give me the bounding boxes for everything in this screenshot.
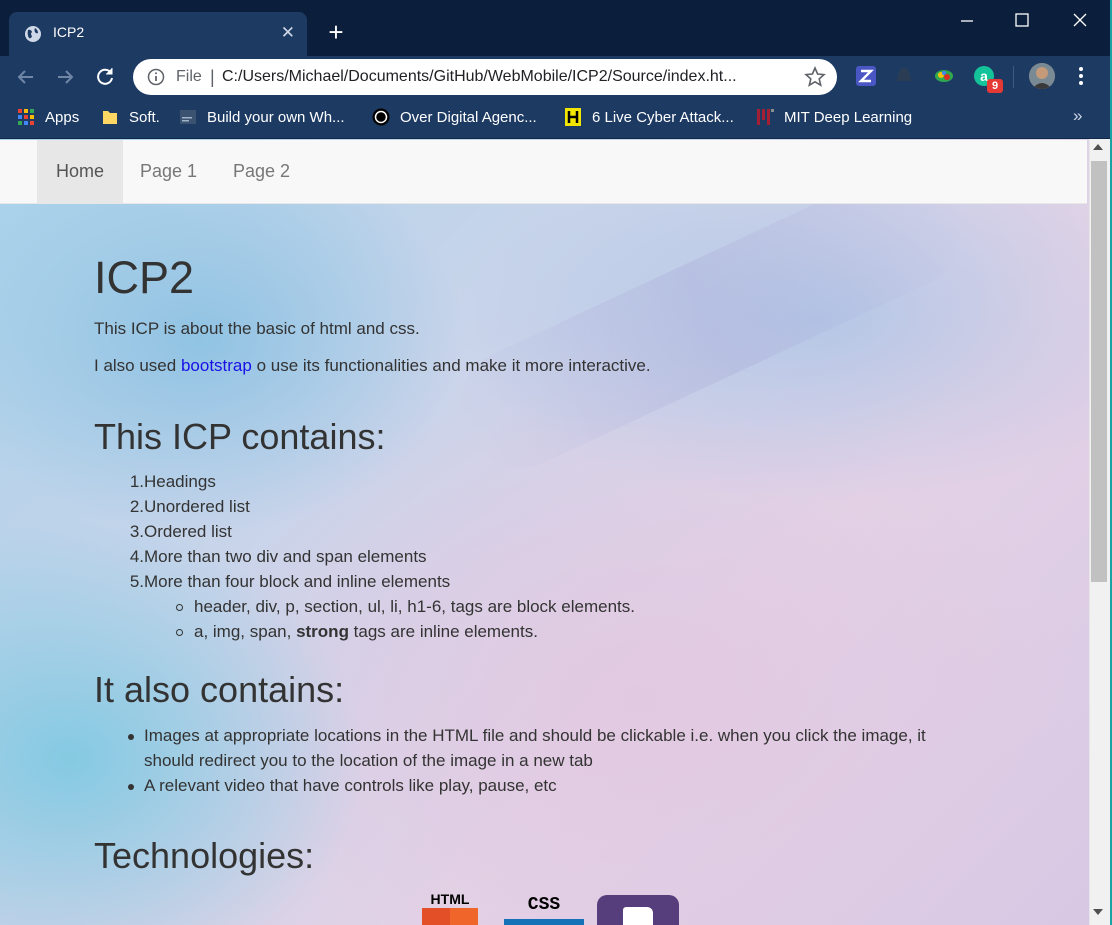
- profile-avatar[interactable]: [1029, 63, 1055, 89]
- bookmark-build-your-own[interactable]: Build your own Wh...: [179, 107, 345, 127]
- circle-logo-icon: [372, 108, 390, 126]
- extension-badge: 9: [987, 79, 1003, 93]
- bookmark-label: Build your own Wh...: [207, 108, 345, 126]
- browser-toolbar: File | C:/Users/Michael/Documents/GitHub…: [0, 56, 1112, 98]
- toolbar-divider: [1013, 66, 1014, 88]
- bookmark-label: Over Digital Agenc...: [400, 108, 537, 126]
- address-bar[interactable]: File | C:/Users/Michael/Documents/GitHub…: [133, 59, 837, 95]
- bootstrap-paragraph: I also used bootstrap o use its function…: [94, 356, 651, 376]
- also-contains-heading: It also contains:: [94, 669, 345, 710]
- bookmark-soft[interactable]: Soft.: [101, 107, 160, 127]
- sub-list-item: a, img, span, strong tags are inline ele…: [194, 622, 538, 642]
- inline-prefix: a, img, span,: [194, 622, 297, 641]
- page-thumbnail-icon: [180, 110, 196, 124]
- color-extension-icon[interactable]: [933, 65, 955, 87]
- browser-menu-icon[interactable]: [1071, 65, 1091, 87]
- bookmark-label: 6 Live Cyber Attack...: [592, 108, 734, 126]
- url-scheme: File: [176, 68, 202, 85]
- bookmark-mit-deep-learning[interactable]: MIT Deep Learning: [756, 107, 912, 127]
- maximize-icon[interactable]: [1002, 8, 1042, 34]
- bookmark-label: Apps: [45, 108, 80, 126]
- list-text: Unordered list: [144, 497, 250, 516]
- contains-heading: This ICP contains:: [94, 416, 386, 457]
- list-text: Ordered list: [144, 522, 232, 541]
- html-logo-label: HTML: [431, 891, 470, 907]
- nav-home[interactable]: Home: [37, 140, 124, 203]
- sub-bullet: [176, 629, 183, 636]
- bookmarks-bar: Apps Soft. Build your own Wh... Over Dig…: [0, 98, 1112, 139]
- bootstrap-b-shape: [623, 907, 653, 925]
- bullet: [128, 734, 134, 740]
- list-number: 4.: [129, 547, 144, 566]
- bookmark-over-digital[interactable]: Over Digital Agenc...: [372, 107, 537, 127]
- list-item: A relevant video that have controls like…: [144, 776, 557, 795]
- list-number: 1.: [129, 472, 144, 491]
- inline-strong: strong: [296, 622, 349, 641]
- nav-page-1[interactable]: Page 1: [121, 140, 216, 203]
- list-number: 3.: [129, 522, 144, 541]
- reload-icon[interactable]: [93, 65, 117, 89]
- bullet: [128, 784, 134, 790]
- scroll-up-arrow-icon[interactable]: [1093, 144, 1103, 150]
- bookmark-label: MIT Deep Learning: [784, 108, 913, 126]
- sub-list-item: header, div, p, section, ul, li, h1-6, t…: [194, 597, 635, 616]
- site-navbar: Home Page 1 Page 2: [0, 140, 1087, 204]
- list-number: 5.: [129, 572, 144, 591]
- tab-close-icon[interactable]: ✕: [281, 23, 295, 43]
- cyber-logo-icon: [565, 108, 581, 126]
- css3-logo-icon[interactable]: CSS: [503, 893, 585, 925]
- more-bookmarks-button[interactable]: »: [1073, 106, 1082, 126]
- url-text[interactable]: C:/Users/Michael/Documents/GitHub/WebMob…: [222, 68, 737, 86]
- browser-tab[interactable]: ICP2 ✕: [9, 12, 307, 56]
- nav-page-2[interactable]: Page 2: [214, 140, 309, 203]
- zotero-extension-icon[interactable]: [855, 65, 877, 87]
- globe-icon: [25, 26, 41, 42]
- tab-title: ICP2: [53, 24, 85, 40]
- list-item: Images at appropriate locations in the H…: [144, 726, 926, 745]
- forward-arrow-icon[interactable]: [53, 65, 77, 89]
- info-icon[interactable]: [147, 68, 165, 86]
- folder-icon: [103, 111, 117, 124]
- mit-logo-icon: [757, 109, 774, 125]
- intro-paragraph: This ICP is about the basic of html and …: [94, 319, 420, 338]
- technologies-heading: Technologies:: [94, 835, 315, 876]
- bootstrap-suffix: o use its functionalities and make it mo…: [251, 356, 651, 375]
- css-logo-label: CSS: [528, 895, 561, 915]
- close-window-icon[interactable]: [1060, 8, 1100, 34]
- bookmark-label: Soft.: [129, 108, 160, 126]
- sub-bullet: [176, 604, 183, 611]
- back-arrow-icon[interactable]: [14, 65, 38, 89]
- scroll-down-arrow-icon[interactable]: [1093, 909, 1103, 915]
- list-text: More than four block and inline elements: [144, 572, 451, 591]
- scrollbar-thumb[interactable]: [1091, 161, 1107, 582]
- bootstrap-logo-icon[interactable]: [597, 895, 679, 925]
- list-text: More than two div and span elements: [144, 547, 427, 566]
- list-text: Headings: [144, 472, 216, 491]
- new-tab-button[interactable]: +: [322, 18, 350, 46]
- bootstrap-prefix: I also used: [94, 356, 181, 375]
- minimize-icon[interactable]: [947, 8, 987, 34]
- page-title: ICP2: [94, 252, 195, 303]
- bookmark-apps[interactable]: Apps: [17, 107, 79, 127]
- bootstrap-link[interactable]: bootstrap: [181, 356, 252, 375]
- page-viewport: Home Page 1 Page 2 ICP2 This ICP is abou…: [0, 139, 1089, 925]
- dark-extension-icon[interactable]: [893, 65, 915, 87]
- url-separator: |: [210, 67, 215, 87]
- browser-title-bar: ICP2 ✕ +: [0, 0, 1112, 56]
- list-item-continuation: should redirect you to the location of t…: [144, 751, 593, 770]
- bookmark-star-icon[interactable]: [804, 66, 826, 88]
- bookmark-cyber-attack[interactable]: 6 Live Cyber Attack...: [564, 107, 734, 127]
- list-number: 2.: [129, 497, 144, 516]
- inline-suffix: tags are inline elements.: [348, 622, 538, 641]
- apps-grid-icon: [18, 109, 34, 125]
- html5-logo-icon[interactable]: HTML: [421, 891, 479, 925]
